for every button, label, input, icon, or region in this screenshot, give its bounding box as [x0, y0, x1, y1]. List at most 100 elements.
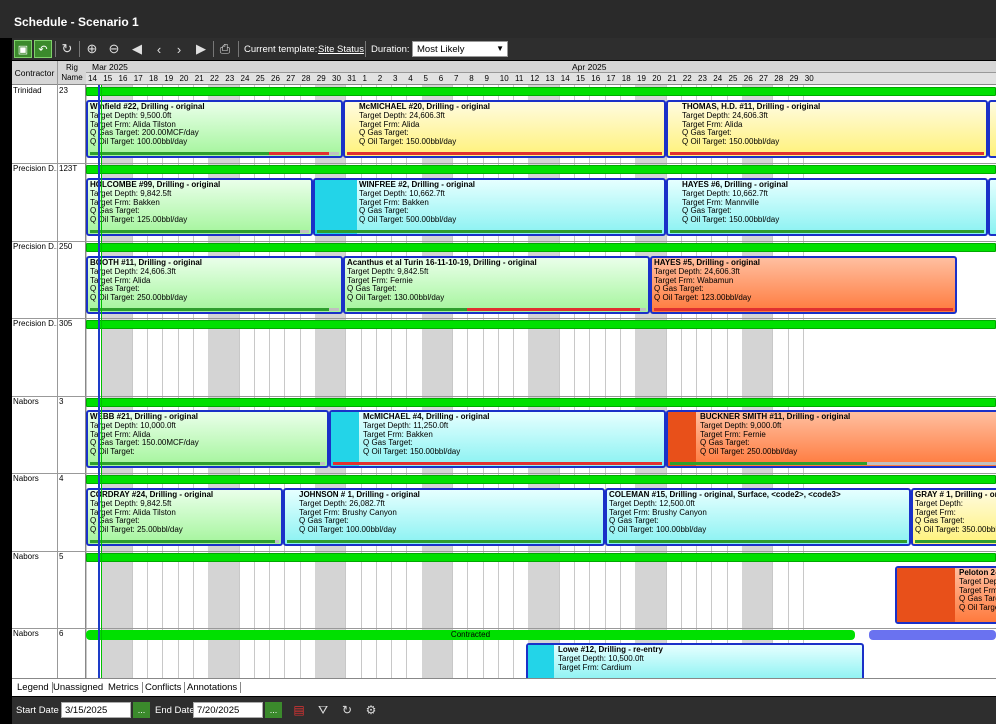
progress-bar: [333, 462, 662, 465]
gear-icon[interactable]: ⚙: [363, 702, 379, 718]
contractor-column-header[interactable]: Contractor: [12, 61, 58, 85]
tab-unassigned[interactable]: Unassigned: [50, 682, 108, 693]
well-card[interactable]: Lowe #12, Drilling - re-entry Target Dep…: [526, 643, 864, 678]
well-card[interactable]: Peloton 2-3 Target Dept Target Frm Q Gas…: [895, 566, 996, 624]
undo-icon[interactable]: ↶: [34, 40, 52, 58]
availability-bar[interactable]: [86, 243, 996, 252]
card-line: Q Oil Target: 100.00bbl/day: [609, 525, 707, 535]
save-icon[interactable]: ▣: [14, 40, 32, 58]
day-label: 14: [560, 74, 570, 83]
card-line: Q Oil Target:: [90, 447, 135, 457]
rig-name-column-header[interactable]: Rig Name: [58, 61, 86, 85]
next-icon[interactable]: ›: [170, 40, 188, 58]
well-card[interactable]: Acanthus et al Turin 16-11-10-19, Drilli…: [343, 256, 650, 314]
availability-bar[interactable]: [86, 87, 996, 96]
last-icon[interactable]: ▶: [192, 40, 210, 58]
row-divider: [12, 241, 996, 242]
gantt-icon[interactable]: ▤: [291, 702, 307, 718]
tab-conflicts[interactable]: Conflicts: [142, 682, 186, 693]
day-label: 28: [301, 74, 311, 83]
refresh-icon[interactable]: ↻: [339, 702, 355, 718]
day-label: 1: [362, 74, 367, 83]
contractor-cell: Nabors: [13, 629, 39, 638]
day-label: 15: [576, 74, 585, 83]
zoom-out-icon[interactable]: ⊖: [105, 40, 123, 58]
day-label: 26: [743, 74, 753, 83]
day-label: 13: [545, 74, 555, 83]
well-card[interactable]: BOOTH #11, Drilling - original Target De…: [86, 256, 343, 314]
window-title: Schedule - Scenario 1: [14, 15, 139, 29]
bottom-tabs: Legend Unassigned Metrics Conflicts Anno…: [12, 678, 996, 696]
well-card[interactable]: BUCKNER SMITH #11, Drilling - original T…: [666, 410, 996, 468]
well-card[interactable]: HAYES #5, Drilling - original Target Dep…: [650, 256, 957, 314]
well-card[interactable]: Winfield #22, Drilling - original Target…: [86, 100, 343, 158]
start-date-label: Start Date: [16, 705, 59, 716]
well-card[interactable]: HOLCOMBE #99, Drilling - original Target…: [86, 178, 313, 236]
progress-bar: [670, 230, 984, 233]
end-date-picker-button[interactable]: ...: [265, 702, 282, 718]
day-label: 21: [194, 74, 204, 83]
day-label: 19: [637, 74, 646, 83]
day-label: 5: [423, 74, 428, 83]
availability-bar[interactable]: [86, 320, 996, 329]
day-label: 7: [454, 74, 459, 83]
card-line: Q Oil Target: 150.00bbl/day: [363, 447, 461, 457]
card-line: Q Oil Target: 100.00bbl/day: [299, 525, 397, 535]
well-card[interactable]: WEBB #21, Drilling - original Target Dep…: [86, 410, 329, 468]
day-label: 22: [682, 74, 692, 83]
day-label: 30: [804, 74, 814, 83]
day-label: 8: [469, 74, 474, 83]
day-label: 29: [789, 74, 799, 83]
rig-cell: 305: [59, 319, 73, 328]
well-card[interactable]: McMICHAEL #4, Drilling - original Target…: [329, 410, 666, 468]
progress-bar: [90, 462, 325, 465]
well-card[interactable]: GRAY # 1, Drilling - orig Target Depth: …: [911, 488, 996, 546]
availability-bar[interactable]: [86, 553, 996, 562]
day-label: 27: [759, 74, 768, 83]
well-card[interactable]: THOMAS, H.D. #11, Drilling - original Ta…: [666, 100, 988, 158]
first-icon[interactable]: ◀: [128, 40, 146, 58]
card-line: Q Oil Target: 350.00bbl: [915, 525, 996, 535]
well-card[interactable]: HAYES #6, Drilling - original Target Dep…: [666, 178, 988, 236]
toolbar-divider: [79, 41, 80, 57]
day-label: 21: [667, 74, 677, 83]
filter-icon[interactable]: ⛛: [315, 702, 331, 718]
progress-bar: [317, 230, 662, 233]
start-date-picker-button[interactable]: ...: [133, 702, 150, 718]
tab-annotations[interactable]: Annotations: [184, 682, 242, 693]
start-date-input[interactable]: 3/15/2025: [61, 702, 131, 718]
well-card[interactable]: JOHNSON # 1, Drilling - original Target …: [283, 488, 605, 546]
tab-metrics[interactable]: Metrics: [105, 682, 143, 693]
contractor-cell: Precision D...: [13, 319, 58, 328]
well-card[interactable]: COLEMAN #15, Drilling - original, Surfac…: [605, 488, 911, 546]
prev-icon[interactable]: ‹: [150, 40, 168, 58]
contracted-bar[interactable]: Contracted: [86, 630, 855, 640]
contractor-cell: Nabors: [13, 474, 39, 483]
toolbar-divider: [213, 41, 214, 57]
availability-bar[interactable]: [86, 475, 996, 484]
zoom-in-icon[interactable]: ⊕: [83, 40, 101, 58]
availability-bar[interactable]: [86, 398, 996, 407]
end-date-input[interactable]: 7/20/2025: [193, 702, 263, 718]
day-label: 31: [347, 74, 357, 83]
print-icon[interactable]: ⎙: [216, 40, 234, 58]
progress-bar: [670, 462, 996, 465]
day-label: 25: [728, 74, 738, 83]
well-card[interactable]: [988, 178, 996, 236]
refresh-icon[interactable]: ↻: [58, 40, 76, 58]
availability-bar[interactable]: [86, 165, 996, 174]
duration-select[interactable]: Most Likely ▼: [412, 41, 508, 57]
duration-label: Duration:: [371, 44, 410, 55]
well-card[interactable]: McMICHAEL #20, Drilling - original Targe…: [343, 100, 666, 158]
well-card[interactable]: CORDRAY #24, Drilling - original Target …: [86, 488, 283, 546]
toolbar-divider: [365, 41, 366, 57]
tab-legend[interactable]: Legend: [14, 682, 53, 693]
day-label: 2: [377, 74, 383, 83]
progress-bar: [90, 540, 279, 543]
progress-bar: [347, 152, 662, 155]
well-card[interactable]: WINFREE #2, Drilling - original Target D…: [313, 178, 666, 236]
template-link[interactable]: Site Status: [318, 44, 364, 55]
availability-bar-blue[interactable]: [869, 630, 996, 640]
well-card[interactable]: [988, 100, 996, 158]
card-line: Q Oil Target: 250.00bbl/day: [700, 447, 798, 457]
